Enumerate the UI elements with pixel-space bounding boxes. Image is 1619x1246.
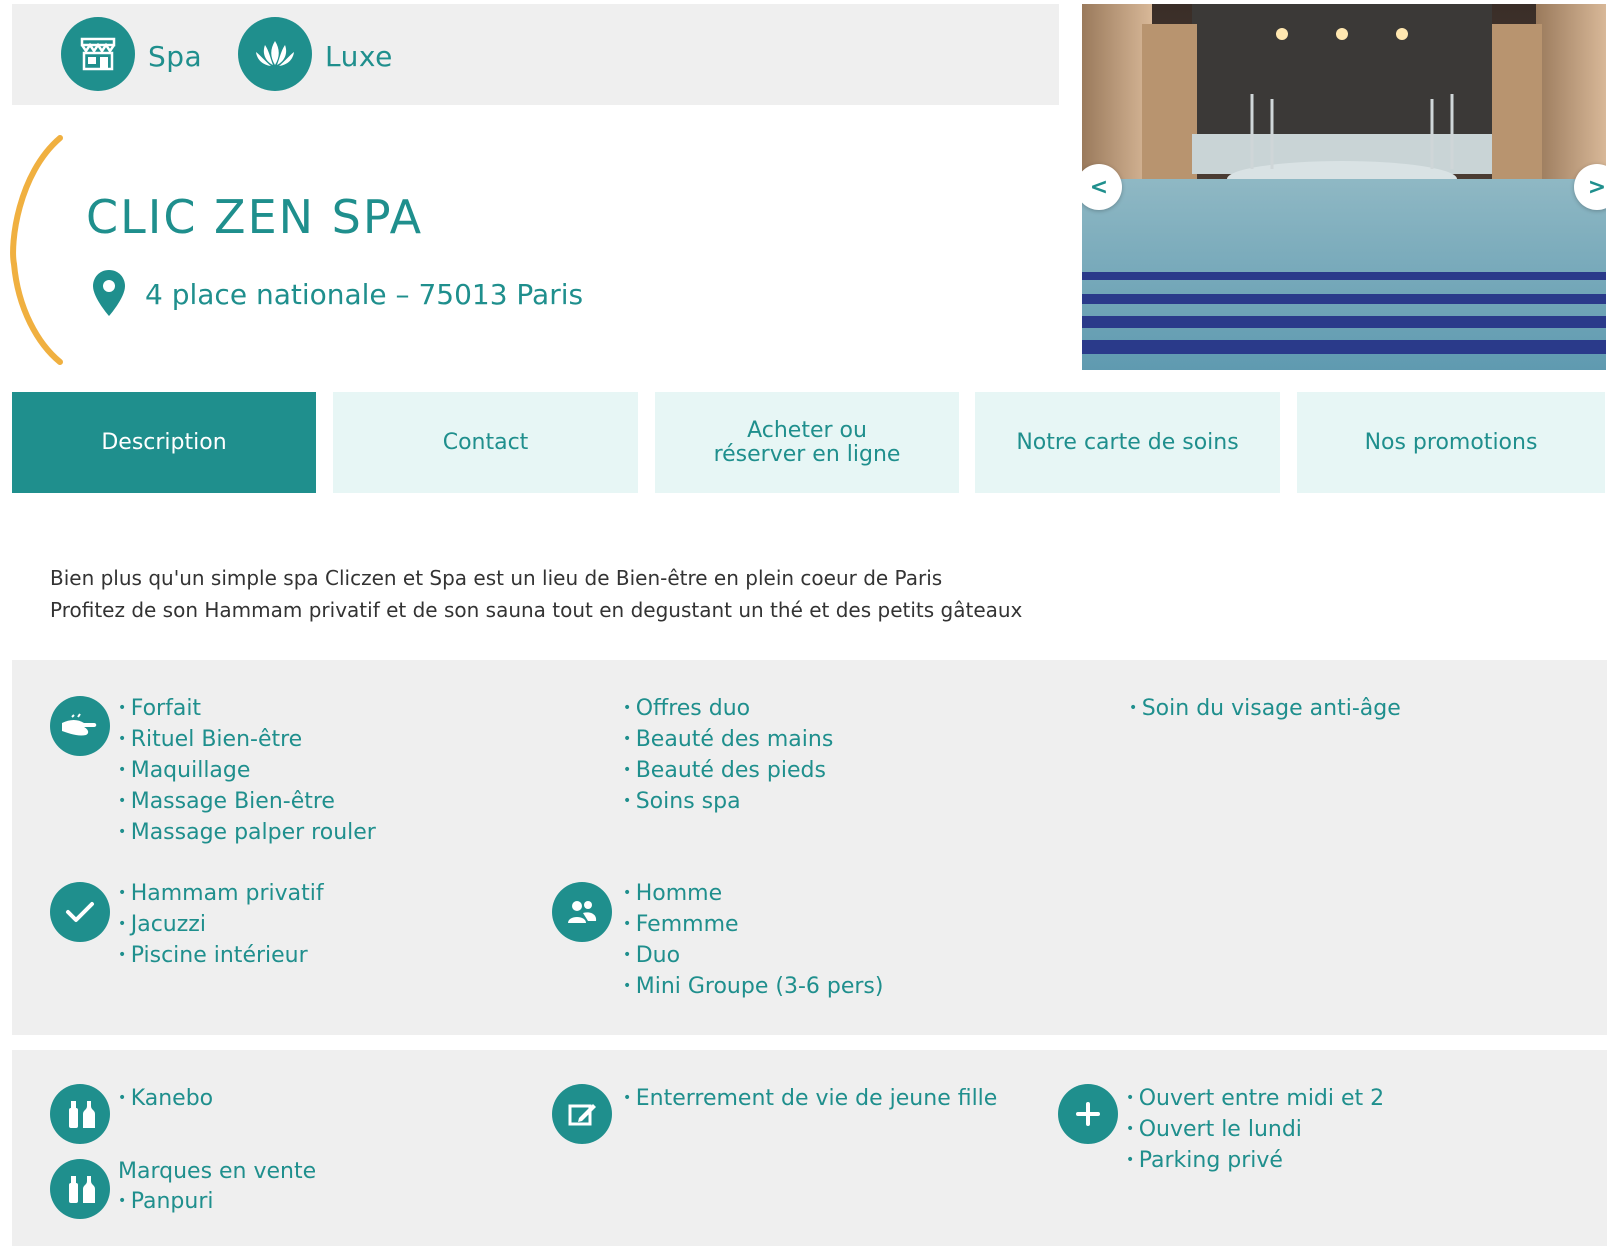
- users-icon: [552, 882, 612, 942]
- checkmark-icon: [50, 882, 110, 942]
- address-text: 4 place nationale – 75013 Paris: [145, 278, 584, 311]
- location-pin-icon: [93, 270, 125, 316]
- services-list-col2: Offres duo Beauté des mains Beauté des p…: [623, 693, 834, 817]
- details-panel: Kanebo Marques en vente Panpuri Enterrem…: [12, 1050, 1607, 1246]
- tab-promotions[interactable]: Nos promotions: [1297, 392, 1605, 493]
- list-item: Enterrement de vie de jeune fille: [623, 1083, 998, 1114]
- list-item: Homme: [623, 878, 883, 909]
- bottles-for-sale-icon: [50, 1159, 110, 1219]
- category-luxe: Luxe: [325, 40, 393, 73]
- list-item: Forfait: [118, 693, 376, 724]
- list-item: Mini Groupe (3-6 pers): [623, 971, 884, 1002]
- page-title: CLIC ZEN SPA: [86, 190, 424, 244]
- list-item: Kanebo: [118, 1083, 213, 1114]
- list-item: Beauté des mains: [623, 724, 834, 755]
- tab-buy-or-book[interactable]: Acheter ou réserver en ligne: [655, 392, 959, 493]
- tab-description[interactable]: Description: [12, 392, 316, 493]
- shop-icon: [61, 17, 135, 91]
- lotus-icon: [238, 17, 312, 91]
- services-panel: Forfait Rituel Bien-être Maquillage Mass…: [12, 660, 1607, 1035]
- list-item: Ouvert entre midi et 2: [1126, 1083, 1384, 1114]
- list-item: Beauté des pieds: [623, 755, 833, 786]
- tab-contact[interactable]: Contact: [333, 392, 638, 493]
- list-item: Piscine intérieur: [118, 940, 324, 971]
- list-item: Hammam privatif: [118, 878, 324, 909]
- decorative-bracket: [10, 135, 63, 365]
- brands-for-sale-list: Panpuri: [118, 1186, 214, 1217]
- description-line: Bien plus qu'un simple spa Cliczen et Sp…: [50, 566, 943, 590]
- extras-list: Ouvert entre midi et 2 Ouvert le lundi P…: [1126, 1083, 1384, 1176]
- description-text: Bien plus qu'un simple spa Cliczen et Sp…: [50, 562, 1022, 626]
- list-item: Offres duo: [623, 693, 833, 724]
- brands-for-sale-label: Marques en vente: [118, 1159, 317, 1184]
- tab-care-menu[interactable]: Notre carte de soins: [975, 392, 1280, 493]
- list-item: Duo: [623, 940, 883, 971]
- list-item: Massage palper rouler: [118, 817, 376, 848]
- edit-note-icon: [552, 1084, 612, 1144]
- list-item: Parking privé: [1126, 1145, 1384, 1176]
- list-item: Jacuzzi: [118, 909, 324, 940]
- pool-photo: [1082, 4, 1606, 370]
- description-line: Profitez de son Hammam privatif et de so…: [50, 598, 1023, 622]
- spa-photo-carousel[interactable]: < >: [1082, 4, 1606, 370]
- equipment-list: Hammam privatif Jacuzzi Piscine intérieu…: [118, 878, 324, 971]
- services-list-col1: Forfait Rituel Bien-être Maquillage Mass…: [118, 693, 376, 848]
- category-bar: Spa Luxe: [12, 4, 1059, 105]
- events-list: Enterrement de vie de jeune fille: [623, 1083, 998, 1114]
- bottles-icon: [50, 1084, 110, 1144]
- list-item: Maquillage: [118, 755, 376, 786]
- list-item: Soin du visage anti-âge: [1129, 693, 1401, 724]
- list-item: Soins spa: [623, 786, 833, 817]
- list-item: Femmme: [623, 909, 883, 940]
- hand-icon: [50, 696, 110, 756]
- plus-icon: [1058, 1084, 1118, 1144]
- clientele-list: Homme Femmme Duo Mini Groupe (3-6 pers): [623, 878, 884, 1002]
- category-spa: Spa: [148, 40, 203, 73]
- list-item: Panpuri: [118, 1186, 214, 1217]
- list-item: Rituel Bien-être: [118, 724, 376, 755]
- brands-used-list: Kanebo: [118, 1083, 213, 1114]
- services-list-col3: Soin du visage anti-âge: [1129, 693, 1401, 724]
- list-item: Ouvert le lundi: [1126, 1114, 1384, 1145]
- list-item: Massage Bien-être: [118, 786, 376, 817]
